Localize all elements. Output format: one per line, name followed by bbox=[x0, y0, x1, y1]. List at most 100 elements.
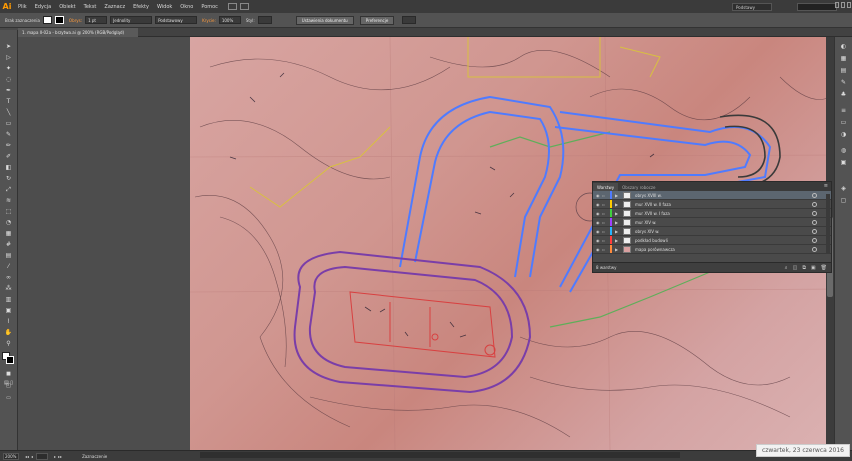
menu-effect[interactable]: Efekty bbox=[129, 4, 153, 10]
stroke-swatch[interactable] bbox=[54, 16, 64, 24]
lock-toggle-icon[interactable]: ▫ bbox=[602, 202, 608, 207]
status-selection-label[interactable]: Zaznaczenie bbox=[82, 454, 107, 459]
layer-row[interactable]: ◉ ▫ ▶ mur XVII w. I faza bbox=[593, 209, 831, 218]
layer-target-icon[interactable] bbox=[812, 210, 817, 216]
locate-object-icon[interactable]: ⌕ bbox=[785, 265, 788, 271]
layer-target-icon[interactable] bbox=[812, 246, 817, 252]
stroke-weight-field[interactable]: 1 pt bbox=[85, 16, 108, 24]
artboard-tool-icon[interactable]: ▣ bbox=[3, 306, 14, 315]
expand-triangle-icon[interactable]: ▶ bbox=[615, 193, 621, 198]
menu-view[interactable]: Widok bbox=[153, 4, 176, 10]
tab-layers[interactable]: Warstwy bbox=[593, 183, 619, 191]
scale-tool-icon[interactable]: ⤢ bbox=[3, 185, 14, 194]
layer-name[interactable]: mur XVII w. I faza bbox=[635, 211, 670, 216]
pen-tool-icon[interactable]: ✒ bbox=[3, 86, 14, 95]
first-artboard-icon[interactable]: ◂◂ bbox=[25, 454, 29, 459]
minimize-icon[interactable] bbox=[835, 2, 839, 8]
layer-row[interactable]: ◉ ▫ ▶ mapa porównawcza bbox=[593, 245, 831, 254]
layer-name[interactable]: mur XIV w. bbox=[635, 220, 656, 225]
menu-edit[interactable]: Edycja bbox=[31, 4, 56, 10]
fill-swatch[interactable] bbox=[42, 16, 52, 24]
expand-triangle-icon[interactable]: ▶ bbox=[615, 238, 621, 243]
zoom-level-field[interactable]: 200% bbox=[3, 452, 19, 460]
swatches-panel-icon[interactable]: ▤ bbox=[839, 67, 848, 75]
create-sublayer-icon[interactable]: ⧉ bbox=[802, 265, 806, 271]
shape-builder-tool-icon[interactable]: ◔ bbox=[3, 218, 14, 227]
layer-target-icon[interactable] bbox=[812, 228, 817, 234]
layer-row[interactable]: ◉ ▫ ▶ obrys XIV w. bbox=[593, 227, 831, 236]
appearance-panel-icon[interactable]: ◍ bbox=[839, 147, 848, 155]
previous-artboard-icon[interactable]: ◂ bbox=[31, 454, 33, 459]
workspace-switcher[interactable]: Podstawy bbox=[732, 3, 772, 11]
panel-menu-icon[interactable]: ≡ bbox=[824, 183, 828, 189]
menu-select[interactable]: Zaznacz bbox=[100, 4, 129, 10]
blend-tool-icon[interactable]: ∞ bbox=[3, 273, 14, 282]
tab-artboards[interactable]: Obszary robocze bbox=[618, 183, 659, 191]
stroke-panel-icon[interactable]: ≡ bbox=[839, 107, 848, 115]
hand-tool-icon[interactable]: ✋ bbox=[3, 328, 14, 337]
color-guide-icon[interactable]: ▦ bbox=[839, 55, 848, 63]
color-modes-icon[interactable]: ■ ▤ ▯ bbox=[3, 370, 14, 386]
new-layer-icon[interactable]: ▣ bbox=[811, 265, 816, 271]
color-panel-icon[interactable]: ◐ bbox=[839, 43, 848, 51]
document-setup-button[interactable]: Ustawienia dokumentu bbox=[295, 15, 354, 25]
expand-triangle-icon[interactable]: ▶ bbox=[615, 229, 621, 234]
arrange-documents-icon[interactable] bbox=[239, 3, 249, 10]
lock-toggle-icon[interactable]: ▫ bbox=[602, 229, 608, 234]
brush-definition[interactable]: Podstawowy bbox=[155, 16, 198, 24]
gradient-panel-icon[interactable]: ▭ bbox=[839, 119, 848, 127]
layer-target-icon[interactable] bbox=[812, 237, 817, 243]
stroke-label[interactable]: Obrys: bbox=[69, 18, 82, 23]
lock-toggle-icon[interactable]: ▫ bbox=[602, 193, 608, 198]
help-search-input[interactable] bbox=[797, 3, 837, 11]
layer-name[interactable]: mapa porównawcza bbox=[635, 247, 675, 252]
slice-tool-icon[interactable]: ⌇ bbox=[3, 317, 14, 326]
expand-triangle-icon[interactable]: ▶ bbox=[615, 211, 621, 216]
symbol-sprayer-tool-icon[interactable]: ⁂ bbox=[3, 284, 14, 293]
layer-target-icon[interactable] bbox=[812, 192, 817, 198]
expand-triangle-icon[interactable]: ▶ bbox=[615, 220, 621, 225]
magic-wand-tool-icon[interactable]: ✦ bbox=[3, 64, 14, 73]
opacity-label[interactable]: Krycie: bbox=[202, 18, 216, 23]
variable-width-profile[interactable]: Jednolity bbox=[110, 16, 153, 24]
column-graph-tool-icon[interactable]: ▥ bbox=[3, 295, 14, 304]
artboard-number-field[interactable] bbox=[36, 452, 49, 460]
arrange-icon[interactable] bbox=[402, 16, 417, 24]
eraser-tool-icon[interactable]: ◧ bbox=[3, 163, 14, 172]
maximize-icon[interactable] bbox=[841, 2, 845, 8]
opacity-field[interactable]: 100% bbox=[218, 16, 241, 24]
gradient-tool-icon[interactable]: ▤ bbox=[3, 251, 14, 260]
lasso-tool-icon[interactable]: ◌ bbox=[3, 75, 14, 84]
menu-type[interactable]: Tekst bbox=[80, 4, 101, 10]
paintbrush-tool-icon[interactable]: ✎ bbox=[3, 130, 14, 139]
layer-target-icon[interactable] bbox=[812, 201, 817, 207]
drawing-modes-icon[interactable]: ◰ bbox=[3, 382, 14, 391]
lock-toggle-icon[interactable]: ▫ bbox=[602, 220, 608, 225]
last-artboard-icon[interactable]: ▸▸ bbox=[58, 454, 62, 459]
layer-name[interactable]: podkład budowli bbox=[635, 238, 668, 243]
lock-toggle-icon[interactable]: ▫ bbox=[602, 247, 608, 252]
screen-mode-icon[interactable]: ▭ bbox=[3, 394, 14, 403]
canvas-horizontal-scrollbar[interactable] bbox=[200, 452, 680, 458]
lock-toggle-icon[interactable]: ▫ bbox=[602, 211, 608, 216]
direct-selection-tool-icon[interactable]: ▷ bbox=[3, 53, 14, 62]
width-tool-icon[interactable]: ≋ bbox=[3, 196, 14, 205]
perspective-grid-tool-icon[interactable]: ▦ bbox=[3, 229, 14, 238]
layer-name[interactable]: obrys XIV w. bbox=[635, 229, 659, 234]
layer-name[interactable]: mur XVII w. II faza bbox=[635, 202, 671, 207]
artboards-panel-icon[interactable]: ▢ bbox=[839, 197, 848, 205]
selection-tool-icon[interactable]: ➤ bbox=[3, 42, 14, 51]
bridge-icon[interactable] bbox=[227, 3, 237, 10]
lock-toggle-icon[interactable]: ▫ bbox=[602, 238, 608, 243]
mesh-tool-icon[interactable]: # bbox=[3, 240, 14, 249]
blob-brush-tool-icon[interactable]: ✐ bbox=[3, 152, 14, 161]
transparency-panel-icon[interactable]: ◑ bbox=[839, 131, 848, 139]
preferences-button[interactable]: Preferencje bbox=[359, 15, 395, 25]
menu-window[interactable]: Okno bbox=[176, 4, 197, 10]
layer-row[interactable]: ◉ ▫ ▶ obrys XVIII w. bbox=[593, 191, 831, 200]
line-tool-icon[interactable]: ╲ bbox=[3, 108, 14, 117]
free-transform-tool-icon[interactable]: ⬚ bbox=[3, 207, 14, 216]
eyedropper-tool-icon[interactable]: ⁄ bbox=[3, 262, 14, 271]
layer-target-icon[interactable] bbox=[812, 219, 817, 225]
rotate-tool-icon[interactable]: ↻ bbox=[3, 174, 14, 183]
